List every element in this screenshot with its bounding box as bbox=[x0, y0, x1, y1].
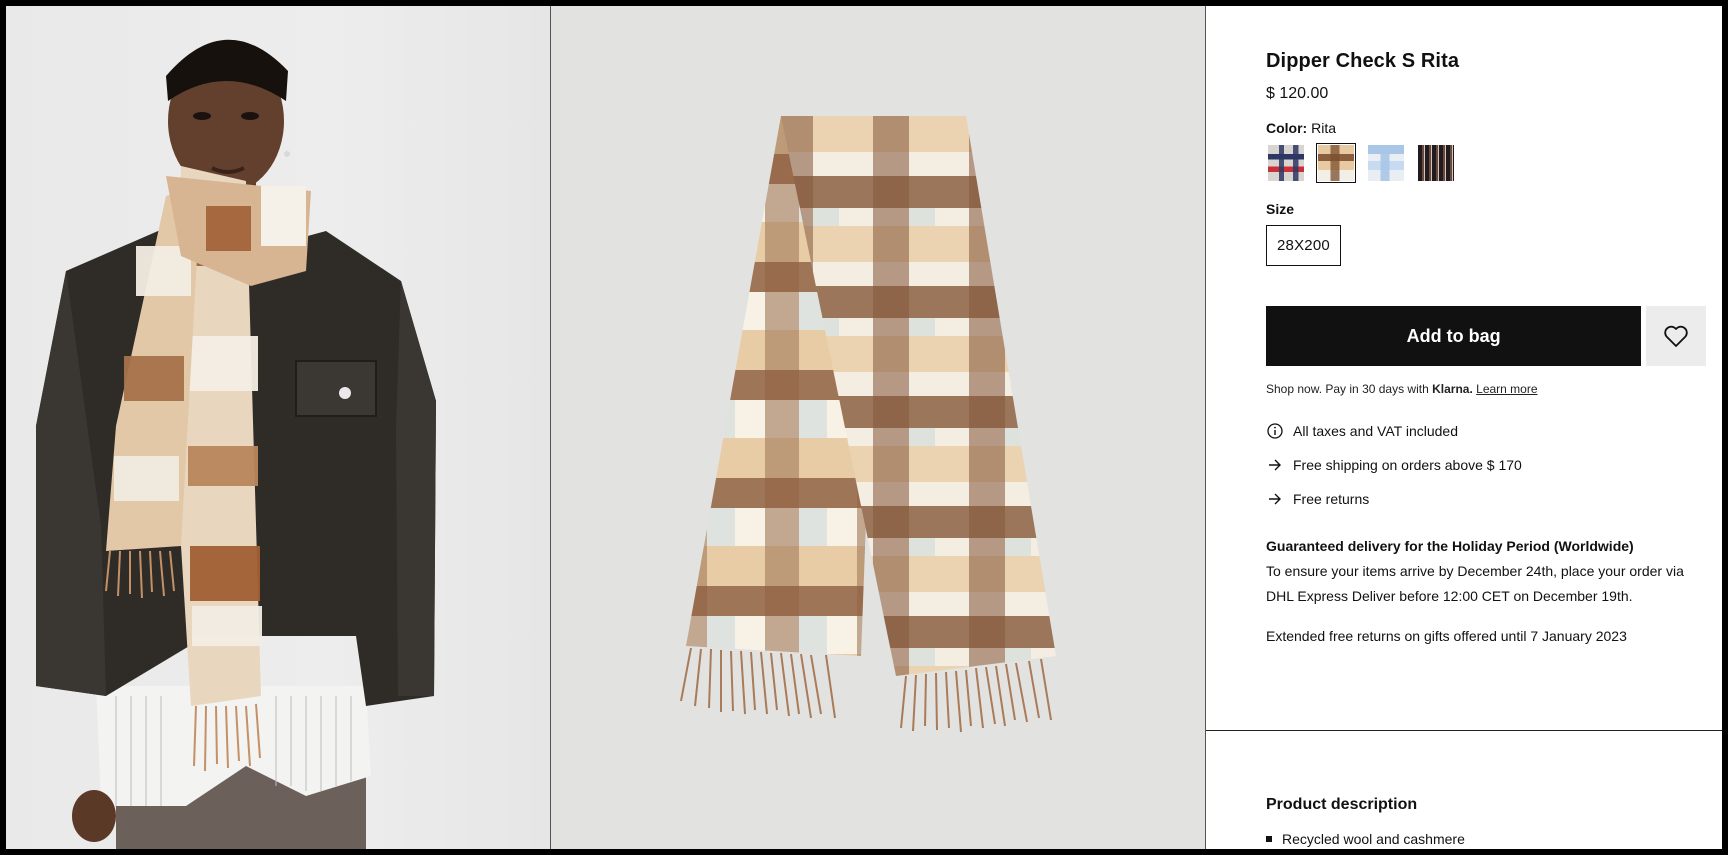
model-photo[interactable] bbox=[6, 6, 551, 849]
klarna-logo: Klarna. bbox=[1432, 382, 1473, 396]
color-swatches bbox=[1266, 143, 1706, 183]
color-value: Rita bbox=[1311, 120, 1337, 136]
product-title: Dipper Check S Rita bbox=[1266, 50, 1460, 72]
color-label: Color: bbox=[1266, 120, 1308, 136]
klarna-message: Shop now. Pay in 30 days with Klarna. Le… bbox=[1266, 382, 1706, 396]
product-description-title: Product description bbox=[1266, 795, 1418, 813]
klarna-prefix: Shop now. Pay in 30 days with bbox=[1266, 382, 1433, 396]
perk-text: Free returns bbox=[1293, 491, 1370, 507]
section-divider bbox=[1206, 730, 1722, 731]
scarf-flat-photo[interactable] bbox=[551, 6, 1206, 849]
cta-row: Add to bag bbox=[1266, 306, 1706, 366]
product-price: $ 120.00 bbox=[1266, 85, 1329, 102]
description-bullet: Recycled wool and cashmere bbox=[1266, 831, 1465, 847]
extended-returns-note: Extended free returns on gifts offered u… bbox=[1266, 628, 1627, 644]
notice-line-2: DHL Express Deliver before 12:00 CET on … bbox=[1266, 588, 1633, 604]
heart-icon bbox=[1663, 324, 1689, 348]
model-illustration bbox=[36, 39, 436, 849]
arrow-right-icon bbox=[1266, 456, 1284, 474]
size-label: Size bbox=[1266, 201, 1295, 217]
notice-heading: Guaranteed delivery for the Holiday Peri… bbox=[1266, 538, 1634, 554]
swatch-dark-check[interactable] bbox=[1416, 143, 1456, 183]
swatch-navy-red[interactable] bbox=[1266, 143, 1306, 183]
size-option-28x200[interactable]: 28X200 bbox=[1266, 225, 1341, 266]
wishlist-button[interactable] bbox=[1646, 306, 1706, 366]
klarna-learn-more-link[interactable]: Learn more bbox=[1476, 382, 1537, 396]
product-details: Dipper Check S Rita $ 120.00 Color: Rita bbox=[1206, 6, 1722, 849]
swatch-light-blue[interactable] bbox=[1366, 143, 1406, 183]
perks-list: All taxes and VAT included Free shipping… bbox=[1266, 414, 1706, 516]
perk-text: All taxes and VAT included bbox=[1293, 423, 1458, 439]
product-info: Dipper Check S Rita $ 120.00 Color: Rita bbox=[1266, 50, 1706, 644]
add-to-bag-button[interactable]: Add to bag bbox=[1266, 306, 1642, 366]
holiday-delivery-notice: Guaranteed delivery for the Holiday Peri… bbox=[1266, 534, 1706, 609]
product-description-header[interactable]: Product description − bbox=[1266, 794, 1722, 815]
perk-taxes: All taxes and VAT included bbox=[1266, 414, 1706, 448]
perk-returns: Free returns bbox=[1266, 482, 1706, 516]
color-selector: Color: Rita bbox=[1266, 120, 1706, 136]
swatch-rita[interactable] bbox=[1316, 143, 1356, 183]
perk-text: Free shipping on orders above $ 170 bbox=[1293, 457, 1522, 473]
notice-line-1: To ensure your items arrive by December … bbox=[1266, 563, 1684, 579]
scarf-illustration bbox=[680, 116, 1056, 733]
product-page: Dipper Check S Rita $ 120.00 Color: Rita bbox=[6, 6, 1722, 849]
info-icon bbox=[1266, 422, 1284, 440]
perk-shipping: Free shipping on orders above $ 170 bbox=[1266, 448, 1706, 482]
arrow-right-icon bbox=[1266, 490, 1284, 508]
product-description-list: Recycled wool and cashmere bbox=[1266, 831, 1465, 847]
